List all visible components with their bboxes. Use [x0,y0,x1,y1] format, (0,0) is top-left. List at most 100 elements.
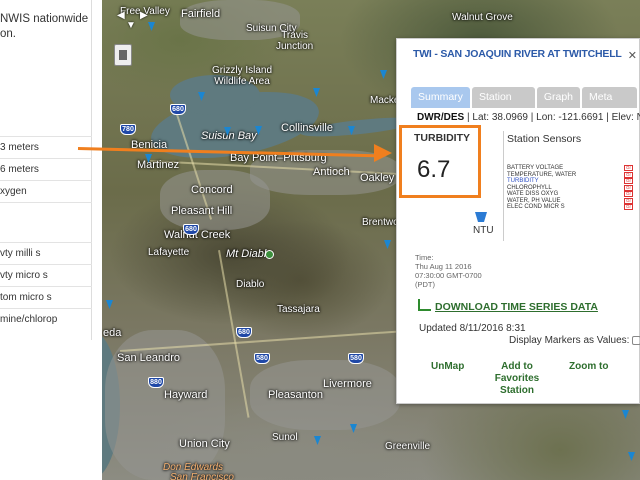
sensor-label: TURBIDITY [507,178,539,184]
display-markers-row: Display Markers as Values: [509,335,640,346]
highway-shield-880: 880 [148,377,164,388]
highway-shield-580: 580 [254,353,270,364]
sidebar-panel: NWIS nationwide on. 3 meters 6 meters xy… [0,0,102,480]
sensor-label: WATE DISS OXYG [507,191,559,197]
label-union-city: Union City [179,438,230,450]
station-agency: DWR/DES [417,112,465,123]
graph-button[interactable]: Gr [624,191,633,197]
label-livermore: Livermore [323,378,372,390]
tab-summary[interactable]: Summary [411,87,470,108]
label-sunol: Sunol [272,432,298,443]
popup-title: TWI - SAN JOAQUIN RIVER AT TWITCHELL [413,48,622,60]
turbidity-value: 6.7 [417,156,451,183]
label-san-leandro: San Leandro [117,352,180,364]
label-fairfield: Fairfield [181,8,221,20]
highway-shield-680c: 680 [236,327,252,338]
sensor-list: BATTERY VOLTAGE Gr TEMPERATURE, WATER Gr T… [507,165,633,211]
display-markers-checkbox[interactable] [632,335,640,345]
graph-button[interactable]: Gr [624,165,633,171]
sidebar-header-text: NWIS nationwide on. [0,13,89,40]
highway-shield-680b: 680 [183,224,199,235]
label-collinsville: Collinsville [281,122,333,134]
tab-graph[interactable]: Graph [536,87,581,108]
sidebar-item[interactable]: mine/chlorop [0,308,92,330]
sidebar-item[interactable]: 6 meters [0,158,92,180]
sensor-label: CHLOROPHYLL [507,184,552,191]
graph-button[interactable]: Gr [624,178,633,184]
time-label: Time: [415,253,434,262]
graph-button[interactable]: Gr [624,197,633,204]
label-eda: eda [103,327,122,339]
tab-meta-data[interactable]: Meta Data [582,87,637,124]
turbidity-label: TURBIDITY [414,132,470,144]
water-glass-icon [475,212,487,222]
sidebar-item[interactable]: vty micro s [0,264,92,286]
sensor-label: BATTERY VOLTAGE [507,165,564,171]
sidebar-sensor-list: 3 meters 6 meters xygen vty milli s vty … [0,136,92,330]
add-favorites-button[interactable]: Add to Favorites Station [481,361,553,397]
label-tassajara: Tassajara [277,304,320,315]
graph-button[interactable]: Gr [624,171,633,178]
sidebar-item[interactable]: vty milli s [0,242,92,264]
station-info-line: DWR/DES | Lat: 38.0969 | Lon: -121.6691 … [417,112,640,123]
popup-tabs: Summary Station Data Graph Meta Data [411,87,639,124]
station-marker[interactable] [384,240,391,249]
pan-right-icon[interactable]: ▶ [140,10,148,21]
graph-button[interactable]: Gr [624,184,633,191]
download-icon[interactable] [418,299,431,311]
map-layer-button[interactable] [114,44,132,66]
updated-timestamp: Updated 8/11/2016 8:31 [419,323,526,334]
highway-shield-680: 680 [170,104,186,115]
download-label: DOWNLOAD TIME SERIES DATA [435,301,598,313]
unit-label: NTU [473,225,494,236]
label-hayward: Hayward [164,389,208,401]
time-clock: 07:30:00 GMT-0700 [415,271,482,280]
label-grizzly-island: Grizzly Island Wildlife Area [212,65,273,87]
time-date: Thu Aug 11 2016 [415,262,472,271]
highway-shield-780: 780 [120,124,136,135]
sidebar-item[interactable]: tom micro s [0,286,92,308]
station-marker[interactable] [148,22,155,31]
sensor-row-conductivity[interactable]: ELEC COND MICR S Gr [507,204,633,211]
sensor-label: WATER, PH VALUE [507,197,561,204]
label-oakley: Oakley [360,172,395,184]
station-marker[interactable] [628,452,635,461]
zoom-to-button[interactable]: Zoom to [569,361,608,373]
label-concord: Concord [191,184,233,196]
sensor-label: TEMPERATURE, WATER [507,171,577,178]
station-popup: TWI - SAN JOAQUIN RIVER AT TWITCHELL ✕ S… [396,38,640,404]
layer-icon [119,50,127,60]
close-icon[interactable]: ✕ [628,49,637,62]
label-lafayette: Lafayette [148,247,190,258]
pan-down-icon[interactable]: ▼ [126,20,136,31]
sensor-label: ELEC COND MICR S [507,204,565,210]
label-martinez: Martinez [137,159,180,171]
sidebar-item[interactable]: xygen [0,180,92,202]
pan-left-icon[interactable]: ◀ [117,10,125,21]
station-marker[interactable] [314,436,321,445]
label-walnut-grove: Walnut Grove [452,12,513,23]
time-zone: (PDT) [415,280,435,289]
station-sensors-title: Station Sensors [507,133,582,145]
reading-time: Time: Thu Aug 11 2016 07:30:00 GMT-0700 … [415,253,482,289]
station-marker[interactable] [380,70,387,79]
station-marker[interactable] [622,410,629,419]
label-greenville: Greenville [385,441,431,452]
unmap-button[interactable]: UnMap [431,361,464,373]
sidebar-item[interactable] [0,202,92,242]
download-time-series-link[interactable]: DOWNLOAD TIME SERIES DATA [435,301,598,313]
annotation-arrow-head [374,144,392,162]
label-pleasanton: Pleasanton [268,389,324,401]
tab-station-data[interactable]: Station Data [471,87,535,124]
label-san-francisco: San Francisco [170,472,234,480]
sidebar-card: NWIS nationwide on. 3 meters 6 meters xy… [0,0,92,340]
column-divider [503,131,504,241]
station-coordinates: | Lat: 38.0969 | Lon: -121.6691 | Elev: … [464,112,640,123]
graph-button[interactable]: Gr [624,204,633,210]
park-icon [265,250,274,259]
label-diablo: Diablo [236,279,265,290]
station-marker[interactable] [313,88,320,97]
highway-shield-580b: 580 [348,353,364,364]
station-marker[interactable] [106,300,113,309]
label-antioch: Antioch [313,166,350,178]
